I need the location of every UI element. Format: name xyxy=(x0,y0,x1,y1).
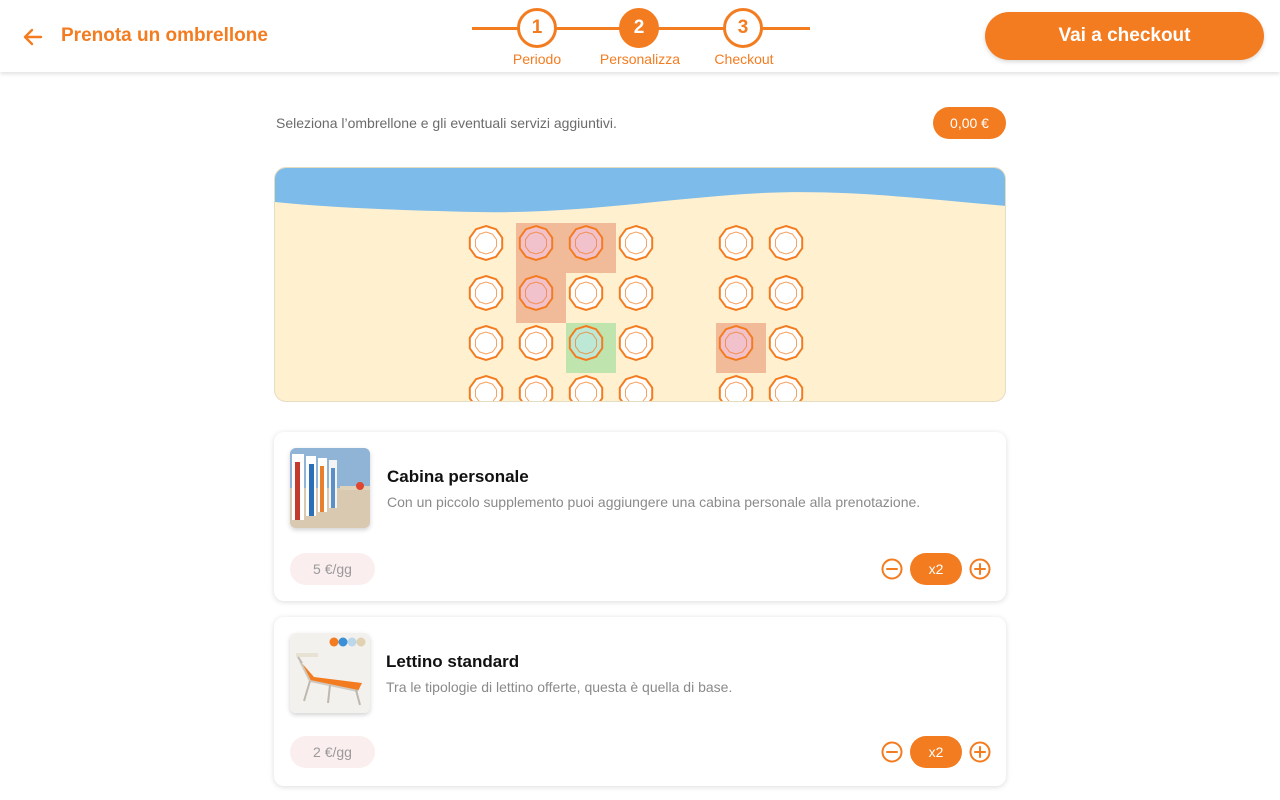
progress-stepper: 1 2 3 Periodo Personalizza Checkout xyxy=(472,6,810,68)
umbrella-spot-free[interactable] xyxy=(566,273,616,323)
top-bar: Prenota un ombrellone 1 2 3 Periodo Pers… xyxy=(0,0,1280,72)
step-checkout[interactable]: 3 xyxy=(723,8,763,48)
umbrella-icon xyxy=(618,224,654,262)
service-description: Con un piccolo supplemento puoi aggiunge… xyxy=(387,494,921,510)
umbrella-icon xyxy=(518,324,554,362)
umbrella-icon xyxy=(568,324,604,362)
umbrella-icon xyxy=(768,274,804,312)
umbrella-spot-free[interactable] xyxy=(466,323,516,373)
umbrella-icon xyxy=(618,374,654,401)
umbrella-spot-selected[interactable] xyxy=(566,323,616,373)
umbrella-icon xyxy=(618,274,654,312)
umbrella-icon xyxy=(718,224,754,262)
back-arrow-icon[interactable] xyxy=(20,24,46,50)
umbrella-icon xyxy=(518,374,554,401)
umbrella-icon xyxy=(768,224,804,262)
umbrella-spot-free[interactable] xyxy=(466,273,516,323)
umbrella-spot-free[interactable] xyxy=(616,223,666,273)
umbrella-icon xyxy=(768,374,804,401)
umbrella-spot-free[interactable] xyxy=(766,223,816,273)
total-price-badge: 0,00 € xyxy=(933,107,1006,139)
price-tag: 2 €/gg xyxy=(290,736,375,768)
service-card-lettino: Lettino standard Tra le tipologie di let… xyxy=(274,617,1006,786)
step-personalizza[interactable]: 2 xyxy=(619,8,659,48)
umbrella-spot-free[interactable] xyxy=(616,323,666,373)
umbrella-icon xyxy=(468,224,504,262)
intro-text: Seleziona l’ombrellone e gli eventuali s… xyxy=(276,115,617,131)
service-title: Lettino standard xyxy=(386,652,520,671)
umbrella-icon xyxy=(718,374,754,401)
step-periodo[interactable]: 1 xyxy=(517,8,557,48)
minus-icon[interactable] xyxy=(880,557,904,581)
umbrella-icon xyxy=(518,274,554,312)
minus-icon[interactable] xyxy=(880,740,904,764)
umbrella-spot-free[interactable] xyxy=(716,373,766,401)
umbrella-icon xyxy=(718,274,754,312)
umbrella-spot-occupied[interactable] xyxy=(516,223,566,273)
step-label-checkout: Checkout xyxy=(714,51,774,67)
umbrella-icon xyxy=(618,324,654,362)
umbrella-icon xyxy=(468,374,504,401)
plus-icon[interactable] xyxy=(968,557,992,581)
umbrella-spot-free[interactable] xyxy=(766,273,816,323)
umbrella-spot-occupied[interactable] xyxy=(516,273,566,323)
service-title: Cabina personale xyxy=(387,467,529,486)
umbrella-spot-occupied[interactable] xyxy=(566,223,616,273)
umbrella-icon xyxy=(468,324,504,362)
step-label-periodo: Periodo xyxy=(512,51,562,67)
checkout-button[interactable]: Vai a checkout xyxy=(985,12,1264,60)
umbrella-spot-free[interactable] xyxy=(766,323,816,373)
sunbed-image xyxy=(290,633,370,713)
umbrella-spot-free[interactable] xyxy=(466,223,516,273)
umbrella-spot-free[interactable] xyxy=(566,373,616,401)
umbrella-icon xyxy=(468,274,504,312)
umbrella-icon xyxy=(568,374,604,401)
quantity-badge: x2 xyxy=(910,736,962,768)
umbrella-icon xyxy=(718,324,754,362)
umbrella-spot-free[interactable] xyxy=(616,373,666,401)
cabins-image xyxy=(290,448,370,528)
step-label-personalizza: Personalizza xyxy=(599,51,681,67)
service-description: Tra le tipologie di lettino offerte, que… xyxy=(386,679,733,695)
quantity-badge: x2 xyxy=(910,553,962,585)
umbrella-icon xyxy=(768,324,804,362)
umbrella-spot-free[interactable] xyxy=(716,273,766,323)
umbrella-spot-free[interactable] xyxy=(466,373,516,401)
umbrella-spot-free[interactable] xyxy=(516,373,566,401)
beach-map xyxy=(274,167,1006,402)
umbrella-spot-free[interactable] xyxy=(766,373,816,401)
service-card-cabina: Cabina personale Con un piccolo suppleme… xyxy=(274,432,1006,601)
umbrella-spot-free[interactable] xyxy=(716,223,766,273)
plus-icon[interactable] xyxy=(968,740,992,764)
price-tag: 5 €/gg xyxy=(290,553,375,585)
umbrella-spot-occupied[interactable] xyxy=(716,323,766,373)
umbrella-icon xyxy=(568,274,604,312)
umbrella-spot-free[interactable] xyxy=(516,323,566,373)
page-title: Prenota un ombrellone xyxy=(61,25,268,46)
umbrella-icon xyxy=(518,224,554,262)
umbrella-icon xyxy=(568,224,604,262)
umbrella-spot-free[interactable] xyxy=(616,273,666,323)
